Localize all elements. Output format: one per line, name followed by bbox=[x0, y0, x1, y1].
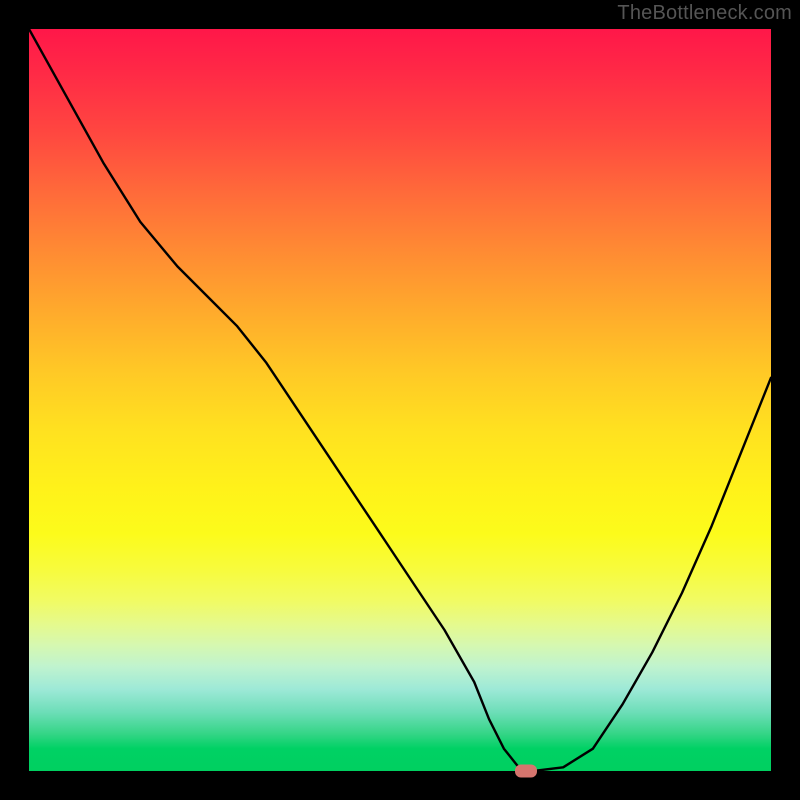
optimal-point-marker bbox=[515, 765, 537, 778]
bottleneck-curve bbox=[29, 29, 771, 771]
chart-plot-area bbox=[29, 29, 771, 771]
watermark-text: TheBottleneck.com bbox=[617, 2, 792, 25]
